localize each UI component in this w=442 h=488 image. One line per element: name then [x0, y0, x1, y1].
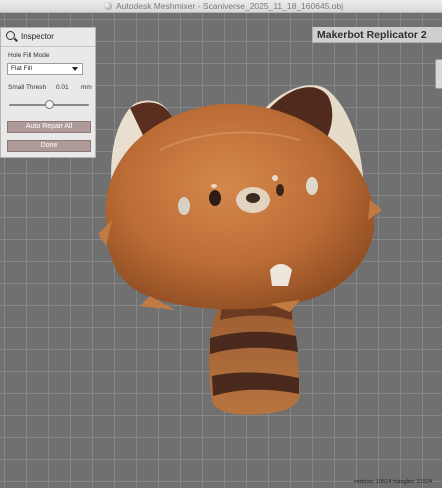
viewport-scroll-handle[interactable]	[435, 59, 442, 89]
hole-fill-mode-label: Hole Fill Mode	[8, 52, 50, 59]
printer-label[interactable]: Makerbot Replicator 2	[312, 27, 442, 43]
model-tail	[208, 299, 300, 415]
small-thresh-value[interactable]: 0.01	[56, 84, 69, 91]
small-thresh-slider-thumb[interactable]	[44, 100, 54, 109]
mesh-stats: vertices: 10614 triangles: 21524	[354, 479, 432, 485]
small-thresh-unit: mm	[81, 84, 92, 91]
small-thresh-label: Small Thresh	[8, 84, 47, 91]
search-icon[interactable]	[6, 31, 15, 40]
auto-repair-all-button[interactable]: Auto Repair All	[7, 121, 91, 133]
inspector-panel: Inspector Hole Fill Mode Flat Fill Small…	[0, 27, 96, 158]
window-title: Autodesk Meshmixer - Scaniverse_2025_11_…	[116, 1, 344, 11]
3d-viewport[interactable]: Makerbot Replicator 2 Inspector Hole Fil…	[0, 13, 442, 488]
hole-fill-mode-value: Flat Fill	[11, 65, 32, 72]
done-button[interactable]: Done	[7, 140, 91, 152]
chevron-down-icon	[72, 67, 78, 71]
inspector-title: Inspector	[21, 32, 54, 41]
inspector-header: Inspector	[1, 28, 95, 47]
app-icon	[104, 2, 112, 10]
hole-fill-mode-select[interactable]: Flat Fill	[7, 63, 83, 75]
title-bar: Autodesk Meshmixer - Scaniverse_2025_11_…	[0, 0, 442, 13]
